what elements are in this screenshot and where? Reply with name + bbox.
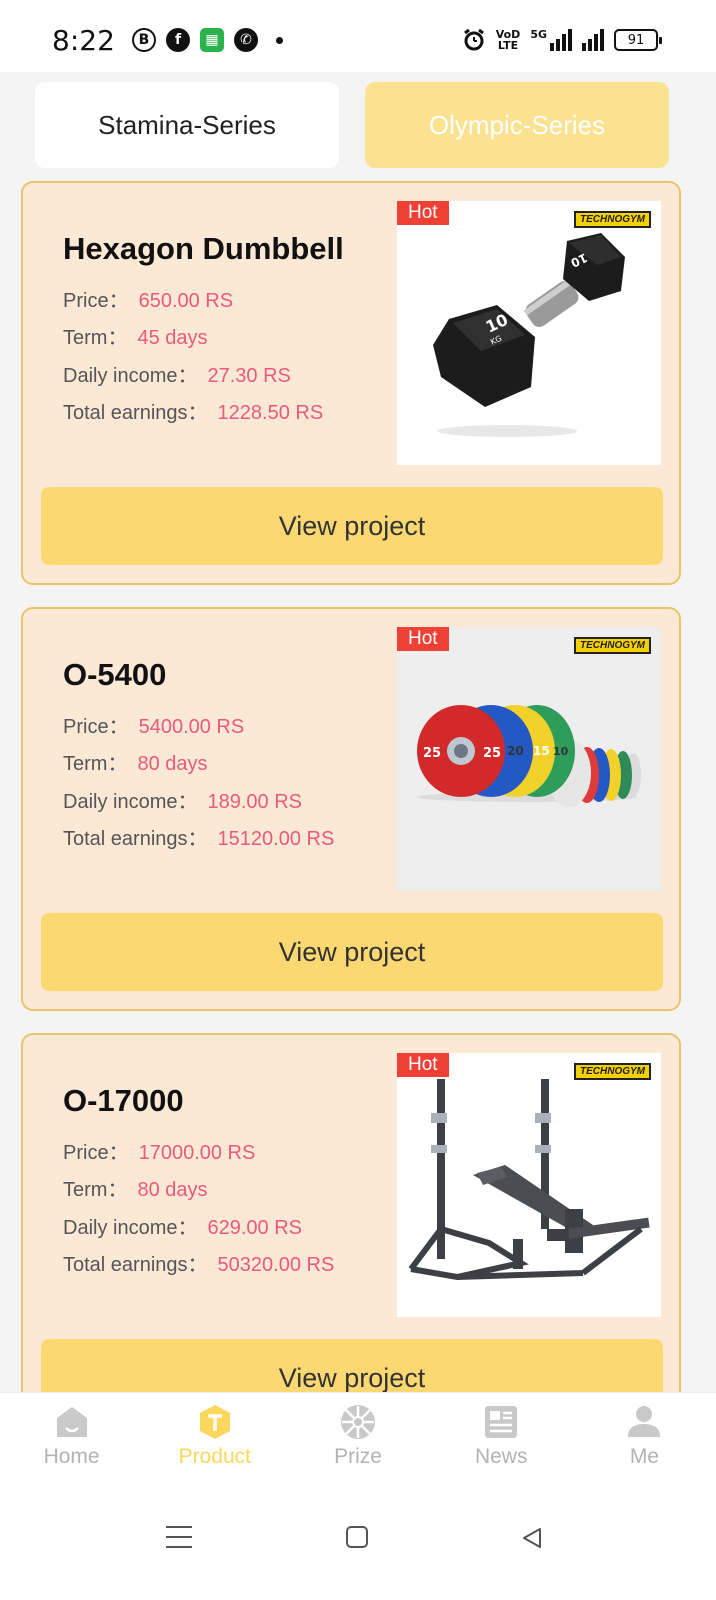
product-title: O-5400 [63, 657, 167, 692]
person-icon [628, 1406, 661, 1437]
price-row: Price： 650.00 RS [63, 290, 234, 312]
notification-icons: B f ▦ ✆ [132, 28, 283, 52]
dumbbell-illustration: 10 KG 10 [433, 233, 625, 437]
product-title: Hexagon Dumbbell [63, 231, 344, 266]
view-project-button[interactable]: View project [41, 487, 663, 565]
tab-news[interactable]: News [430, 1393, 573, 1482]
bench-rack-illustration [408, 1079, 650, 1281]
tab-label: Me [629, 1445, 659, 1468]
tab-stamina-series[interactable]: Stamina-Series [35, 82, 339, 168]
whatsapp-icon: ✆ [234, 28, 258, 52]
back-icon[interactable] [520, 1526, 544, 1550]
news-icon [485, 1406, 518, 1438]
tab-label: News [474, 1445, 528, 1468]
green-app-icon: ▦ [200, 28, 224, 52]
tab-label: Product [178, 1445, 251, 1468]
series-tabs: Stamina-Series Olympic-Series [35, 82, 669, 168]
price-row: Price： 5400.00 RS [63, 716, 245, 738]
product-card: O-17000 Price： 17000.00 RS Term： 80 days D… [21, 1033, 681, 1437]
battery-icon: 91 [614, 29, 662, 51]
term-row: Term： 80 days [63, 753, 208, 775]
daily-income-row: Daily income： 27.30 RS [63, 365, 291, 387]
signal-icon [582, 29, 604, 51]
tab-product[interactable]: Product [143, 1393, 286, 1482]
tab-me[interactable]: Me [573, 1393, 716, 1482]
tab-olympic-series[interactable]: Olympic-Series [365, 82, 669, 168]
b-icon: B [132, 28, 156, 52]
svg-text:25: 25 [423, 746, 441, 761]
home-button[interactable] [346, 1526, 368, 1548]
tab-label: Home [43, 1445, 100, 1468]
svg-text:25: 25 [483, 746, 501, 761]
total-earnings-row: Total earnings： 50320.00 RS [63, 1254, 335, 1276]
product-image[interactable]: Hot TECHNOGYM 10 KG 10 [397, 201, 661, 465]
signal-5g-icon: 5G [530, 29, 572, 51]
hot-badge: Hot [397, 627, 449, 651]
tab-label: Prize [334, 1445, 382, 1468]
tab-home[interactable]: Home [0, 1393, 143, 1482]
brand-logo: TECHNOGYM [574, 211, 651, 228]
term-row: Term： 80 days [63, 1179, 208, 1201]
status-time: 8:22 [52, 24, 115, 57]
weight-plates-illustration: 25 25 20 15 10 [417, 705, 641, 807]
view-project-button[interactable]: View project [41, 913, 663, 991]
daily-income-row: Daily income： 189.00 RS [63, 791, 302, 813]
dot-icon [276, 36, 283, 44]
svg-text:10: 10 [553, 745, 569, 758]
prize-wheel-icon [341, 1405, 375, 1439]
alarm-icon [463, 28, 484, 51]
tab-prize[interactable]: Prize [286, 1393, 429, 1482]
price-row: Price： 17000.00 RS [63, 1142, 256, 1164]
daily-income-row: Daily income： 629.00 RS [63, 1217, 302, 1239]
term-row: Term： 45 days [63, 327, 208, 349]
svg-text:15: 15 [533, 744, 550, 758]
product-card: Hexagon Dumbbell Price： 650.00 RS Term： 45… [21, 181, 681, 585]
product-image[interactable]: Hot TECHNOGYM 25 25 20 15 10 [397, 627, 661, 891]
hot-badge: Hot [397, 1053, 449, 1077]
svg-text:20: 20 [507, 744, 524, 758]
recent-apps-button[interactable] [166, 1526, 192, 1556]
hot-badge: Hot [397, 201, 449, 225]
system-icons: VoD LTE 5G 91 [462, 28, 662, 52]
product-icon [199, 1405, 230, 1439]
product-card: O-5400 Price： 5400.00 RS Term： 80 days Dai… [21, 607, 681, 1011]
brand-logo: TECHNOGYM [574, 637, 651, 654]
total-earnings-row: Total earnings： 1228.50 RS [63, 402, 324, 424]
facebook-icon: f [166, 28, 190, 52]
brand-logo: TECHNOGYM [574, 1063, 651, 1080]
app-screen: 8:22 B f ▦ ✆ VoD LTE 5G 91 Stamina-Serie… [0, 0, 716, 1600]
system-nav-bar [0, 1482, 716, 1600]
bottom-tab-bar: Home Product Prize News Me [0, 1392, 716, 1482]
home-icon [56, 1407, 87, 1437]
total-earnings-row: Total earnings： 15120.00 RS [63, 828, 335, 850]
product-title: O-17000 [63, 1083, 184, 1118]
volte-icon: VoD LTE [495, 28, 521, 52]
status-bar: 8:22 B f ▦ ✆ VoD LTE 5G 91 [0, 0, 716, 72]
product-image[interactable]: Hot TECHNOGYM [397, 1053, 661, 1317]
